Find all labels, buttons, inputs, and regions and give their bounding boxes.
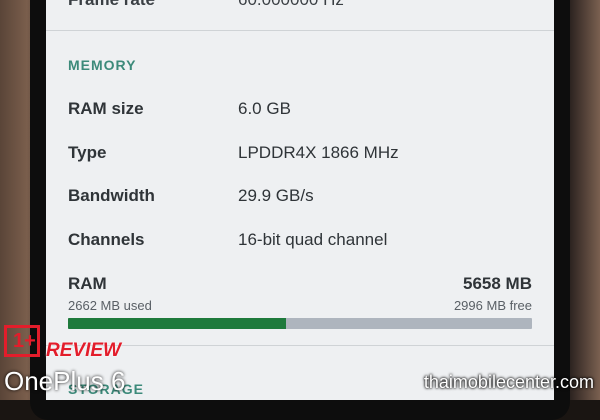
- bandwidth-label: Bandwidth: [68, 186, 155, 205]
- ram-usage-title: RAM: [68, 274, 107, 293]
- bandwidth-value: 29.9 GB/s: [238, 186, 314, 205]
- brand-name: OnePlus 6: [4, 366, 126, 396]
- channels-row: Channels 16-bit quad channel: [68, 230, 538, 254]
- logo-number: 1+: [13, 330, 36, 352]
- phone-screen: Frame rate 60.000000 Hz MEMORY RAM size …: [46, 0, 554, 400]
- ram-used-text: 2662 MB used: [68, 298, 152, 313]
- ram-usage-bar-fill: [68, 318, 287, 329]
- divider: [46, 345, 554, 346]
- type-label: Type: [68, 143, 107, 162]
- type-value: LPDDR4X 1866 MHz: [238, 143, 399, 162]
- frame-rate-label: Frame rate: [68, 0, 155, 10]
- ram-size-row: RAM size 6.0 GB: [68, 99, 538, 123]
- channels-value: 16-bit quad channel: [238, 230, 388, 249]
- ram-total-value: 5658 MB: [463, 274, 532, 293]
- oneplus-logo-icon: 1+: [4, 325, 40, 357]
- bandwidth-row: Bandwidth 29.9 GB/s: [68, 186, 538, 210]
- frame-rate-value: 60.000000 Hz: [238, 0, 344, 10]
- ram-usage-bar: [68, 318, 532, 329]
- ram-size-label: RAM size: [68, 99, 144, 118]
- ram-free-text: 2996 MB free: [453, 298, 532, 313]
- type-row: Type LPDDR4X 1866 MHz: [68, 143, 538, 167]
- channels-label: Channels: [68, 230, 145, 249]
- frame-rate-row: Frame rate 60.000000 Hz: [68, 0, 538, 14]
- site-watermark: thaimobilecenter.com: [423, 372, 594, 392]
- ram-size-value: 6.0 GB: [238, 99, 291, 118]
- memory-section-title: MEMORY: [68, 57, 137, 73]
- divider: [46, 30, 554, 31]
- review-label: REVIEW: [46, 340, 121, 361]
